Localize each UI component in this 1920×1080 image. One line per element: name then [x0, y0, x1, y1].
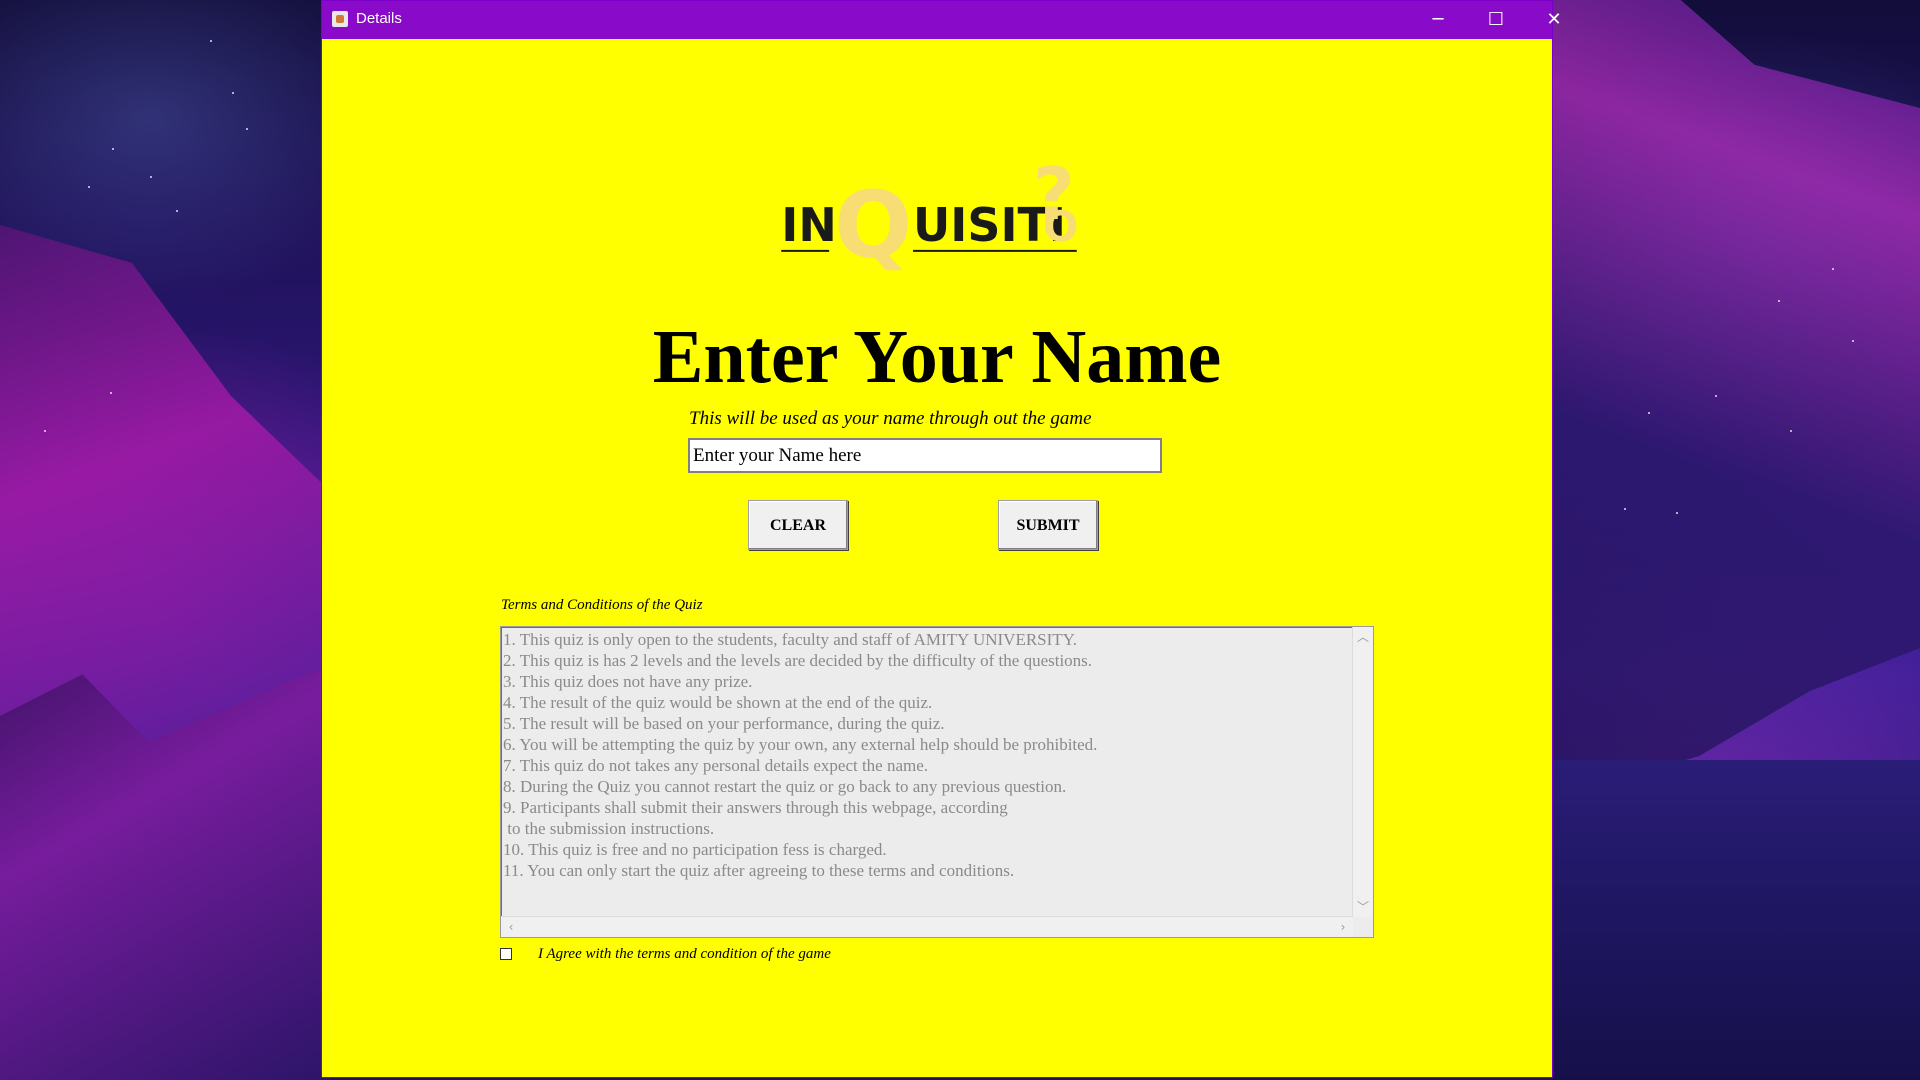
java-app-icon	[332, 11, 348, 27]
logo-text-in: IN	[781, 198, 837, 252]
details-window: Details ─ ☐ ✕ IN Q UISITI O ? Enter Your…	[321, 0, 1562, 1078]
wallpaper-star	[112, 148, 114, 150]
close-button[interactable]: ✕	[1525, 1, 1583, 39]
agree-label[interactable]: I Agree with the terms and condition of …	[538, 946, 831, 963]
terms-textarea[interactable]: 1. This quiz is only open to the student…	[500, 626, 1374, 938]
terms-label: Terms and Conditions of the Quiz	[501, 597, 703, 613]
chevron-left-icon[interactable]: ‹	[502, 918, 520, 936]
agree-checkbox[interactable]	[500, 948, 512, 960]
title-bar[interactable]: Details ─ ☐ ✕	[322, 1, 1562, 39]
chevron-down-icon[interactable]: ﹀	[1354, 898, 1372, 916]
minimize-button[interactable]: ─	[1409, 1, 1467, 39]
wallpaper-star	[88, 186, 90, 188]
horizontal-scrollbar[interactable]: ‹ ›	[501, 916, 1353, 937]
logo-letter-q: Q	[834, 172, 912, 271]
vertical-scrollbar[interactable]: ︿ ﹀	[1352, 627, 1373, 917]
wallpaper-star	[246, 128, 248, 130]
window-title: Details	[356, 10, 402, 27]
wallpaper-star	[150, 176, 152, 178]
wallpaper-star	[232, 92, 234, 94]
maximize-button[interactable]: ☐	[1467, 1, 1525, 39]
wallpaper-star	[1648, 412, 1650, 414]
page-title: Enter Your Name	[652, 315, 1222, 399]
wallpaper-star	[176, 210, 178, 212]
logo-question-mark: ?	[1033, 152, 1075, 236]
wallpaper-star	[1790, 430, 1792, 432]
wallpaper-star	[110, 392, 112, 394]
clear-button[interactable]: CLEAR	[748, 500, 848, 550]
wallpaper-star	[1624, 508, 1626, 510]
name-input[interactable]	[688, 438, 1162, 473]
chevron-up-icon[interactable]: ︿	[1354, 628, 1372, 646]
submit-button[interactable]: SUBMIT	[998, 500, 1098, 550]
wallpaper-star	[1852, 340, 1854, 342]
inquisitio-logo: IN Q UISITI O ?	[781, 152, 1078, 271]
wallpaper-star	[44, 430, 46, 432]
name-hint: This will be used as your name through o…	[689, 408, 1092, 429]
wallpaper-star	[1715, 395, 1717, 397]
wallpaper-star	[210, 40, 212, 42]
wallpaper-star	[1832, 268, 1834, 270]
chevron-right-icon[interactable]: ›	[1334, 918, 1352, 936]
wallpaper-star	[1676, 512, 1678, 514]
wallpaper-star	[1778, 300, 1780, 302]
terms-text: 1. This quiz is only open to the student…	[503, 630, 1098, 880]
wallpaper-ground	[1552, 760, 1920, 1080]
